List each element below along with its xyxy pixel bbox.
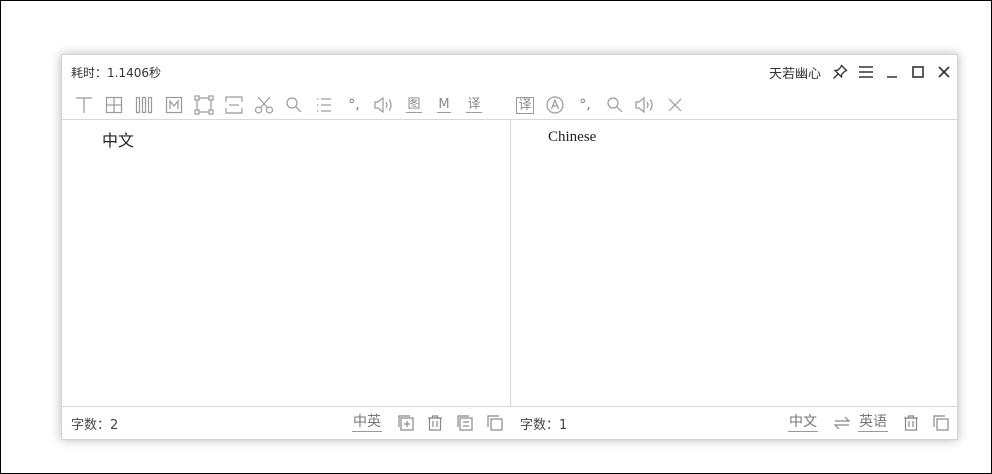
copy-add-icon	[398, 415, 414, 431]
swap-lang-button[interactable]	[831, 412, 853, 434]
text-format-button[interactable]	[72, 93, 96, 117]
menu-button[interactable]	[853, 57, 879, 87]
title-controls: 天若幽心	[769, 55, 957, 89]
close-icon	[668, 98, 682, 112]
trash-icon	[904, 415, 918, 431]
pin-button[interactable]	[827, 57, 853, 87]
punctuation-right-button[interactable]: °,	[573, 93, 597, 117]
columns-icon	[135, 96, 153, 114]
to-lang-button[interactable]: 英语	[858, 412, 888, 434]
speak-right-button[interactable]	[633, 93, 657, 117]
target-text[interactable]: Chinese	[548, 129, 596, 146]
source-pane[interactable]: 中文	[62, 120, 511, 407]
mark-button[interactable]: M	[432, 93, 456, 117]
scissors-icon	[254, 96, 274, 114]
cut-button[interactable]	[252, 93, 276, 117]
status-bar: 字数：2 中英 字数：1 中文 英语	[62, 406, 957, 439]
search-right-button[interactable]	[603, 93, 627, 117]
image-button[interactable]: 图	[402, 93, 426, 117]
copy-icon	[487, 415, 503, 431]
mark-label: M	[437, 97, 451, 113]
copy-target-button[interactable]	[930, 412, 952, 434]
search-icon	[607, 97, 623, 113]
lang-pair-button[interactable]: 中英	[352, 412, 382, 434]
close-button[interactable]	[931, 57, 957, 87]
lang-pair-label: 中英	[352, 414, 382, 432]
search-icon	[286, 97, 302, 113]
crop-icon	[194, 95, 214, 115]
to-lang-label: 英语	[858, 414, 888, 432]
copy-list-icon	[457, 415, 473, 431]
source-text[interactable]: 中文	[102, 127, 134, 151]
t-format-icon	[76, 97, 92, 113]
punctuation-label: °,	[348, 97, 360, 113]
title-bar: 耗时：1.1406秒 天若幽心	[62, 55, 957, 89]
close-icon	[938, 66, 950, 78]
speaker-icon	[635, 96, 653, 114]
screen-frame: 耗时：1.1406秒 天若幽心 °, 图 M 译 译 °, 中文 Chinese…	[0, 0, 992, 474]
swap-icon	[834, 416, 850, 430]
copy-list-button[interactable]	[454, 412, 476, 434]
user-name[interactable]: 天若幽心	[769, 63, 821, 82]
list-icon	[317, 98, 331, 112]
clear-button[interactable]	[663, 93, 687, 117]
menu-icon	[859, 66, 873, 78]
from-lang-button[interactable]: 中文	[788, 412, 818, 434]
translate-label: 译	[466, 97, 482, 113]
elapsed-time: 耗时：1.1406秒	[71, 66, 161, 80]
pin-icon	[833, 64, 848, 79]
split-button[interactable]	[222, 93, 246, 117]
app-window: 耗时：1.1406秒 天若幽心 °, 图 M 译 译 °, 中文 Chinese…	[61, 54, 958, 440]
merge-m-button[interactable]	[162, 93, 186, 117]
copy-icon	[933, 415, 949, 431]
delete-target-button[interactable]	[900, 412, 922, 434]
punctuation-right-label: °,	[579, 97, 591, 113]
punctuation-button[interactable]: °,	[342, 93, 366, 117]
minimize-icon	[887, 76, 897, 78]
target-pane[interactable]: Chinese	[511, 120, 957, 407]
from-lang-label: 中文	[788, 414, 818, 432]
list-button[interactable]	[312, 93, 336, 117]
columns-button[interactable]	[132, 93, 156, 117]
m-box-icon	[165, 96, 183, 114]
speak-button[interactable]	[372, 93, 396, 117]
toolbar: °, 图 M 译 译 °,	[62, 91, 957, 119]
maximize-button[interactable]	[905, 57, 931, 87]
delete-source-button[interactable]	[424, 412, 446, 434]
translate-boxed-label: 译	[516, 96, 534, 114]
add-copy-button[interactable]	[395, 412, 417, 434]
target-char-count: 字数：1	[520, 418, 568, 433]
translate-button[interactable]: 译	[462, 93, 486, 117]
maximize-icon	[912, 66, 924, 78]
split-icon	[225, 96, 243, 114]
crop-button[interactable]	[192, 93, 216, 117]
source-char-count: 字数：2	[71, 418, 119, 433]
image-label: 图	[406, 97, 422, 113]
search-button[interactable]	[282, 93, 306, 117]
circle-a-icon	[546, 96, 564, 114]
auto-detect-button[interactable]	[543, 93, 567, 117]
grid-button[interactable]	[102, 93, 126, 117]
copy-source-button[interactable]	[484, 412, 506, 434]
speaker-icon	[374, 96, 392, 114]
trash-icon	[428, 415, 442, 431]
translate-boxed-button[interactable]: 译	[513, 93, 537, 117]
minimize-button[interactable]	[879, 57, 905, 87]
grid-icon	[105, 96, 123, 114]
